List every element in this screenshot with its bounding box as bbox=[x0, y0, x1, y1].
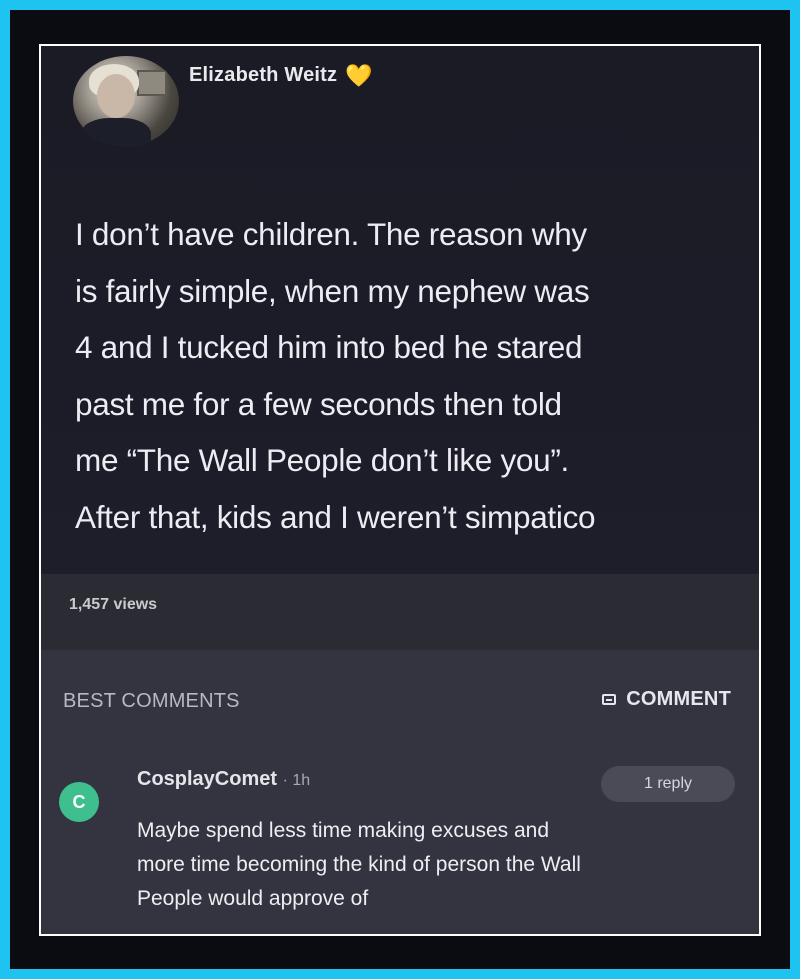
commenter-avatar[interactable]: C bbox=[59, 782, 99, 822]
comment-button-label: COMMENT bbox=[626, 688, 731, 710]
author-row: Elizabeth Weitz 💛 bbox=[189, 64, 373, 87]
post-text: I don’t have children. The reason why is… bbox=[75, 206, 745, 545]
comment-button[interactable]: COMMENT bbox=[602, 688, 731, 711]
post-line: After that, kids and I weren’t simpatico bbox=[75, 498, 596, 535]
post-line: past me for a few seconds then told bbox=[75, 385, 562, 422]
screenshot-frame: Elizabeth Weitz 💛 I don’t have children.… bbox=[39, 44, 761, 936]
comment-header: CosplayComet · 1h bbox=[137, 768, 310, 791]
post-card: Elizabeth Weitz 💛 I don’t have children.… bbox=[41, 46, 759, 576]
author-name[interactable]: Elizabeth Weitz bbox=[189, 64, 337, 87]
comment-line: People would approve of bbox=[137, 887, 369, 910]
views-bar: 1,457 views bbox=[41, 574, 759, 650]
commenter-username[interactable]: CosplayComet bbox=[137, 768, 277, 790]
post-line: 4 and I tucked him into bed he stared bbox=[75, 329, 583, 365]
comment-icon bbox=[602, 694, 617, 705]
comment-line: more time becoming the kind of person th… bbox=[137, 853, 581, 876]
avatar-shirt bbox=[81, 118, 151, 146]
author-avatar[interactable] bbox=[73, 56, 179, 146]
avatar-face bbox=[97, 74, 135, 118]
comment-time: · 1h bbox=[282, 772, 311, 789]
comment-body: Maybe spend less time making excuses and… bbox=[137, 814, 747, 916]
reply-count-button[interactable]: 1 reply bbox=[601, 766, 735, 802]
avatar-background-frame bbox=[137, 70, 167, 96]
post-line: is fairly simple, when my nephew was bbox=[75, 272, 590, 309]
comments-section: BEST COMMENTS COMMENT C CosplayComet · 1… bbox=[41, 650, 759, 934]
post-line: me “The Wall People don’t like you”. bbox=[75, 442, 570, 478]
yellow-heart-icon: 💛 bbox=[345, 62, 373, 88]
view-count: 1,457 views bbox=[69, 596, 158, 613]
best-comments-heading: BEST COMMENTS bbox=[63, 690, 240, 712]
comment-line: Maybe spend less time making excuses and bbox=[137, 819, 550, 842]
post-line: I don’t have children. The reason why bbox=[75, 216, 587, 252]
